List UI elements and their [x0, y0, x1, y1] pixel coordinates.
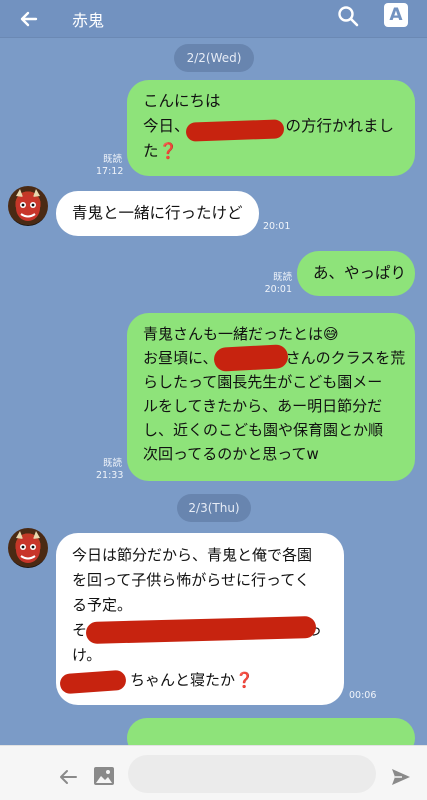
redaction-mark: [213, 344, 289, 372]
message-line: た❓: [143, 142, 178, 160]
chat-header: 赤鬼 A: [0, 0, 427, 38]
avatar[interactable]: [8, 528, 48, 568]
message-line: し、近くのこども園や保育園とか順: [143, 421, 384, 439]
timestamp: 00:06: [349, 690, 377, 701]
search-icon[interactable]: [334, 2, 364, 32]
redaction-mark: [185, 119, 285, 142]
message-bubble-outgoing[interactable]: あ、やっぱり: [297, 251, 415, 296]
message-meta: 既読 20:01: [264, 272, 292, 296]
timestamp: 17:12: [96, 166, 124, 177]
message-line: ルをしてきたから、あー明日節分だ: [143, 397, 383, 415]
message-line: らしたって園長先生がこども園メー: [143, 373, 383, 391]
message-input[interactable]: [128, 755, 376, 793]
message-line: を回って子供ら怖がらせに行ってく: [72, 571, 310, 589]
message-bubble-outgoing[interactable]: 青鬼さんも一緒だったとは😅 お昼頃に、 さんのクラスを荒 らしたって園長先生がこど…: [127, 313, 415, 481]
timestamp: 20:01: [263, 221, 291, 232]
message-line: け。: [72, 646, 102, 664]
chat-title: 赤鬼: [72, 11, 105, 30]
read-receipt: 既読: [102, 154, 122, 165]
question-mark-icon: ❓: [235, 671, 254, 689]
back-arrow-icon[interactable]: [56, 765, 80, 789]
message-line: 今日は節分だから、青鬼と俺で各園: [72, 546, 313, 564]
font-size-button[interactable]: A: [384, 3, 408, 27]
timestamp: 21:33: [96, 470, 124, 481]
question-mark-icon: ❓: [158, 142, 178, 160]
message-line: こんにちは: [143, 92, 221, 110]
image-icon[interactable]: [92, 764, 116, 788]
message-meta: 既読 21:33: [96, 458, 124, 482]
message-text: あ、やっぱり: [313, 264, 407, 282]
avatar[interactable]: [8, 186, 48, 226]
red-oni-avatar-icon: [16, 531, 40, 563]
message-line: 青鬼さんも一緒だったとは😅: [143, 325, 339, 343]
message-composer: [0, 745, 427, 800]
message-meta: 既読 17:12: [96, 154, 124, 178]
message-text: 青鬼と一緒に行ったけど: [72, 204, 243, 222]
date-separator: 2/3(Thu): [177, 494, 251, 522]
send-icon[interactable]: [389, 765, 413, 789]
message-line: 次回ってるのかと思ってw: [143, 445, 319, 463]
back-arrow-icon[interactable]: [14, 4, 44, 34]
date-separator: 2/2(Wed): [174, 44, 254, 72]
message-bubble-incoming[interactable]: 青鬼と一緒に行ったけど: [56, 191, 259, 236]
read-receipt: 既読: [102, 458, 122, 469]
read-receipt: 既読: [272, 272, 292, 283]
red-oni-avatar-icon: [16, 189, 40, 221]
message-line: る予定。: [72, 596, 133, 614]
timestamp: 20:01: [264, 284, 292, 295]
